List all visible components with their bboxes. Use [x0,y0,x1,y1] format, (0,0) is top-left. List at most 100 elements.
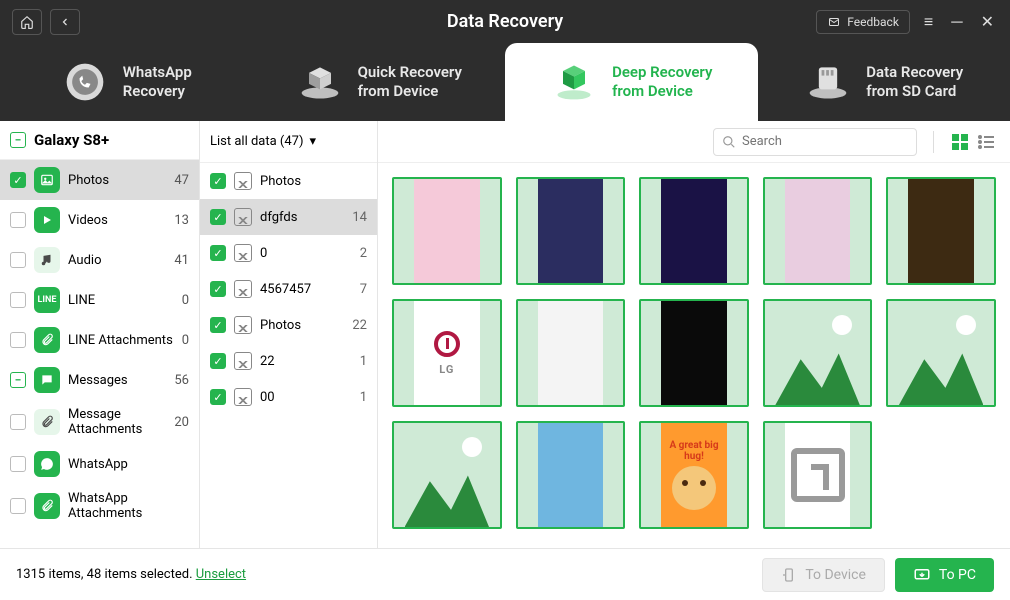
music-icon [34,247,60,273]
image-icon [234,208,252,226]
close-button[interactable]: ✕ [977,12,998,31]
category-messages[interactable]: − Messages 56 [0,360,199,400]
folder-checkbox[interactable]: ✓ [210,173,226,189]
filter-label: List all data (47) [210,134,304,149]
unselect-link[interactable]: Unselect [196,567,246,582]
image-icon [234,244,252,262]
thumbnail[interactable]: LG [392,299,502,407]
thumbnail[interactable] [763,177,873,285]
folder-item[interactable]: ✓ 4567457 7 [200,271,377,307]
category-line[interactable]: LINE LINE 0 [0,280,199,320]
feedback-button[interactable]: Feedback [816,10,910,34]
category-checkbox[interactable] [10,252,26,268]
content-toolbar [378,121,1010,163]
category-line-attachments[interactable]: LINE Attachments 0 [0,320,199,360]
folder-name: dfgfds [260,210,344,225]
thumbnail[interactable] [639,177,749,285]
category-checkbox[interactable] [10,212,26,228]
category-checkbox[interactable] [10,292,26,308]
category-count: 0 [182,293,189,308]
device-checkbox[interactable]: − [10,132,26,148]
line-icon: LINE [34,287,60,313]
folder-name: 4567457 [260,282,352,297]
category-checkbox[interactable]: ✓ [10,172,26,188]
category-checkbox[interactable]: − [10,372,26,388]
category-videos[interactable]: Videos 13 [0,200,199,240]
minimize-button[interactable]: ─ [947,12,966,32]
sidebar: − Galaxy S8+ ✓ Photos 47 Videos 13 Audio… [0,121,200,548]
folder-item[interactable]: ✓ 22 1 [200,343,377,379]
category-count: 41 [174,253,189,268]
search-input[interactable] [742,134,908,149]
tab-label: Deep Recoveryfrom Device [612,63,712,102]
thumbnail[interactable] [763,299,873,407]
thumbnail[interactable] [392,421,502,529]
category-count: 47 [174,173,189,188]
home-button[interactable] [12,9,42,35]
category-checkbox[interactable] [10,498,26,514]
category-list: ✓ Photos 47 Videos 13 Audio 41 LINE LINE… [0,160,199,548]
sd-card-recovery-icon [804,58,852,106]
category-count: 56 [174,373,189,388]
thumbnail[interactable] [516,299,626,407]
folder-item[interactable]: ✓ 00 1 [200,379,377,415]
status-text: 1315 items, 48 items selected. Unselect [16,567,752,582]
tab-sd-card-recovery[interactable]: Data Recoveryfrom SD Card [758,43,1010,121]
folder-count: 1 [360,390,367,405]
list-view-button[interactable] [976,132,996,152]
thumbnail[interactable] [516,177,626,285]
thumbnail[interactable] [392,177,502,285]
menu-icon[interactable]: ≡ [920,12,937,32]
category-audio[interactable]: Audio 41 [0,240,199,280]
folder-checkbox[interactable]: ✓ [210,317,226,333]
main-area: − Galaxy S8+ ✓ Photos 47 Videos 13 Audio… [0,121,1010,548]
to-device-button[interactable]: To Device [762,558,885,592]
folder-checkbox[interactable]: ✓ [210,389,226,405]
folder-item[interactable]: ✓ Photos 22 [200,307,377,343]
window-title: Data Recovery [447,11,563,32]
folder-checkbox[interactable]: ✓ [210,281,226,297]
folder-item[interactable]: ✓ Photos [200,163,377,199]
category-checkbox[interactable] [10,332,26,348]
filter-dropdown[interactable]: List all data (47) ▾ [200,121,377,163]
category-whatsapp[interactable]: WhatsApp [0,444,199,484]
category-label: LINE [68,293,174,308]
folder-name: Photos [260,174,359,189]
category-whatsapp-attachments[interactable]: WhatsApp Attachments [0,484,199,528]
category-photos[interactable]: ✓ Photos 47 [0,160,199,200]
folder-checkbox[interactable]: ✓ [210,353,226,369]
category-checkbox[interactable] [10,456,26,472]
device-name: Galaxy S8+ [34,131,109,149]
thumbnail[interactable] [886,299,996,407]
whatsapp-recovery-icon [61,58,109,106]
footer: 1315 items, 48 items selected. Unselect … [0,548,1010,600]
category-count: 13 [174,213,189,228]
folder-list: ✓ Photos ✓ dfgfds 14✓ 0 2✓ 4567457 7✓ Ph… [200,163,377,548]
device-row[interactable]: − Galaxy S8+ [0,121,199,160]
thumbnail[interactable] [763,421,873,529]
thumbnail[interactable] [516,421,626,529]
category-checkbox[interactable] [10,414,26,430]
tab-whatsapp-recovery[interactable]: WhatsAppRecovery [0,43,253,121]
folder-checkbox[interactable]: ✓ [210,209,226,225]
to-pc-button[interactable]: To PC [895,558,994,592]
thumbnail[interactable] [886,177,996,285]
category-label: Messages [68,373,166,388]
tab-quick-recovery[interactable]: Quick Recoveryfrom Device [253,43,506,121]
thumbnail[interactable]: A great big hug! [639,421,749,529]
grid-view-button[interactable] [950,132,970,152]
folder-item[interactable]: ✓ 0 2 [200,235,377,271]
back-button[interactable] [50,9,80,35]
thumbnail[interactable] [639,299,749,407]
search-box[interactable] [713,128,917,156]
folder-name: 0 [260,246,352,261]
folder-checkbox[interactable]: ✓ [210,245,226,261]
attach-icon [34,493,60,519]
folder-item[interactable]: ✓ dfgfds 14 [200,199,377,235]
category-message-attachments[interactable]: Message Attachments 20 [0,400,199,444]
tab-deep-recovery[interactable]: Deep Recoveryfrom Device [505,43,758,121]
image-icon [234,280,252,298]
mode-tabs: WhatsAppRecovery Quick Recoveryfrom Devi… [0,43,1010,121]
folder-column: List all data (47) ▾ ✓ Photos ✓ dfgfds 1… [200,121,378,548]
image-icon [234,172,252,190]
